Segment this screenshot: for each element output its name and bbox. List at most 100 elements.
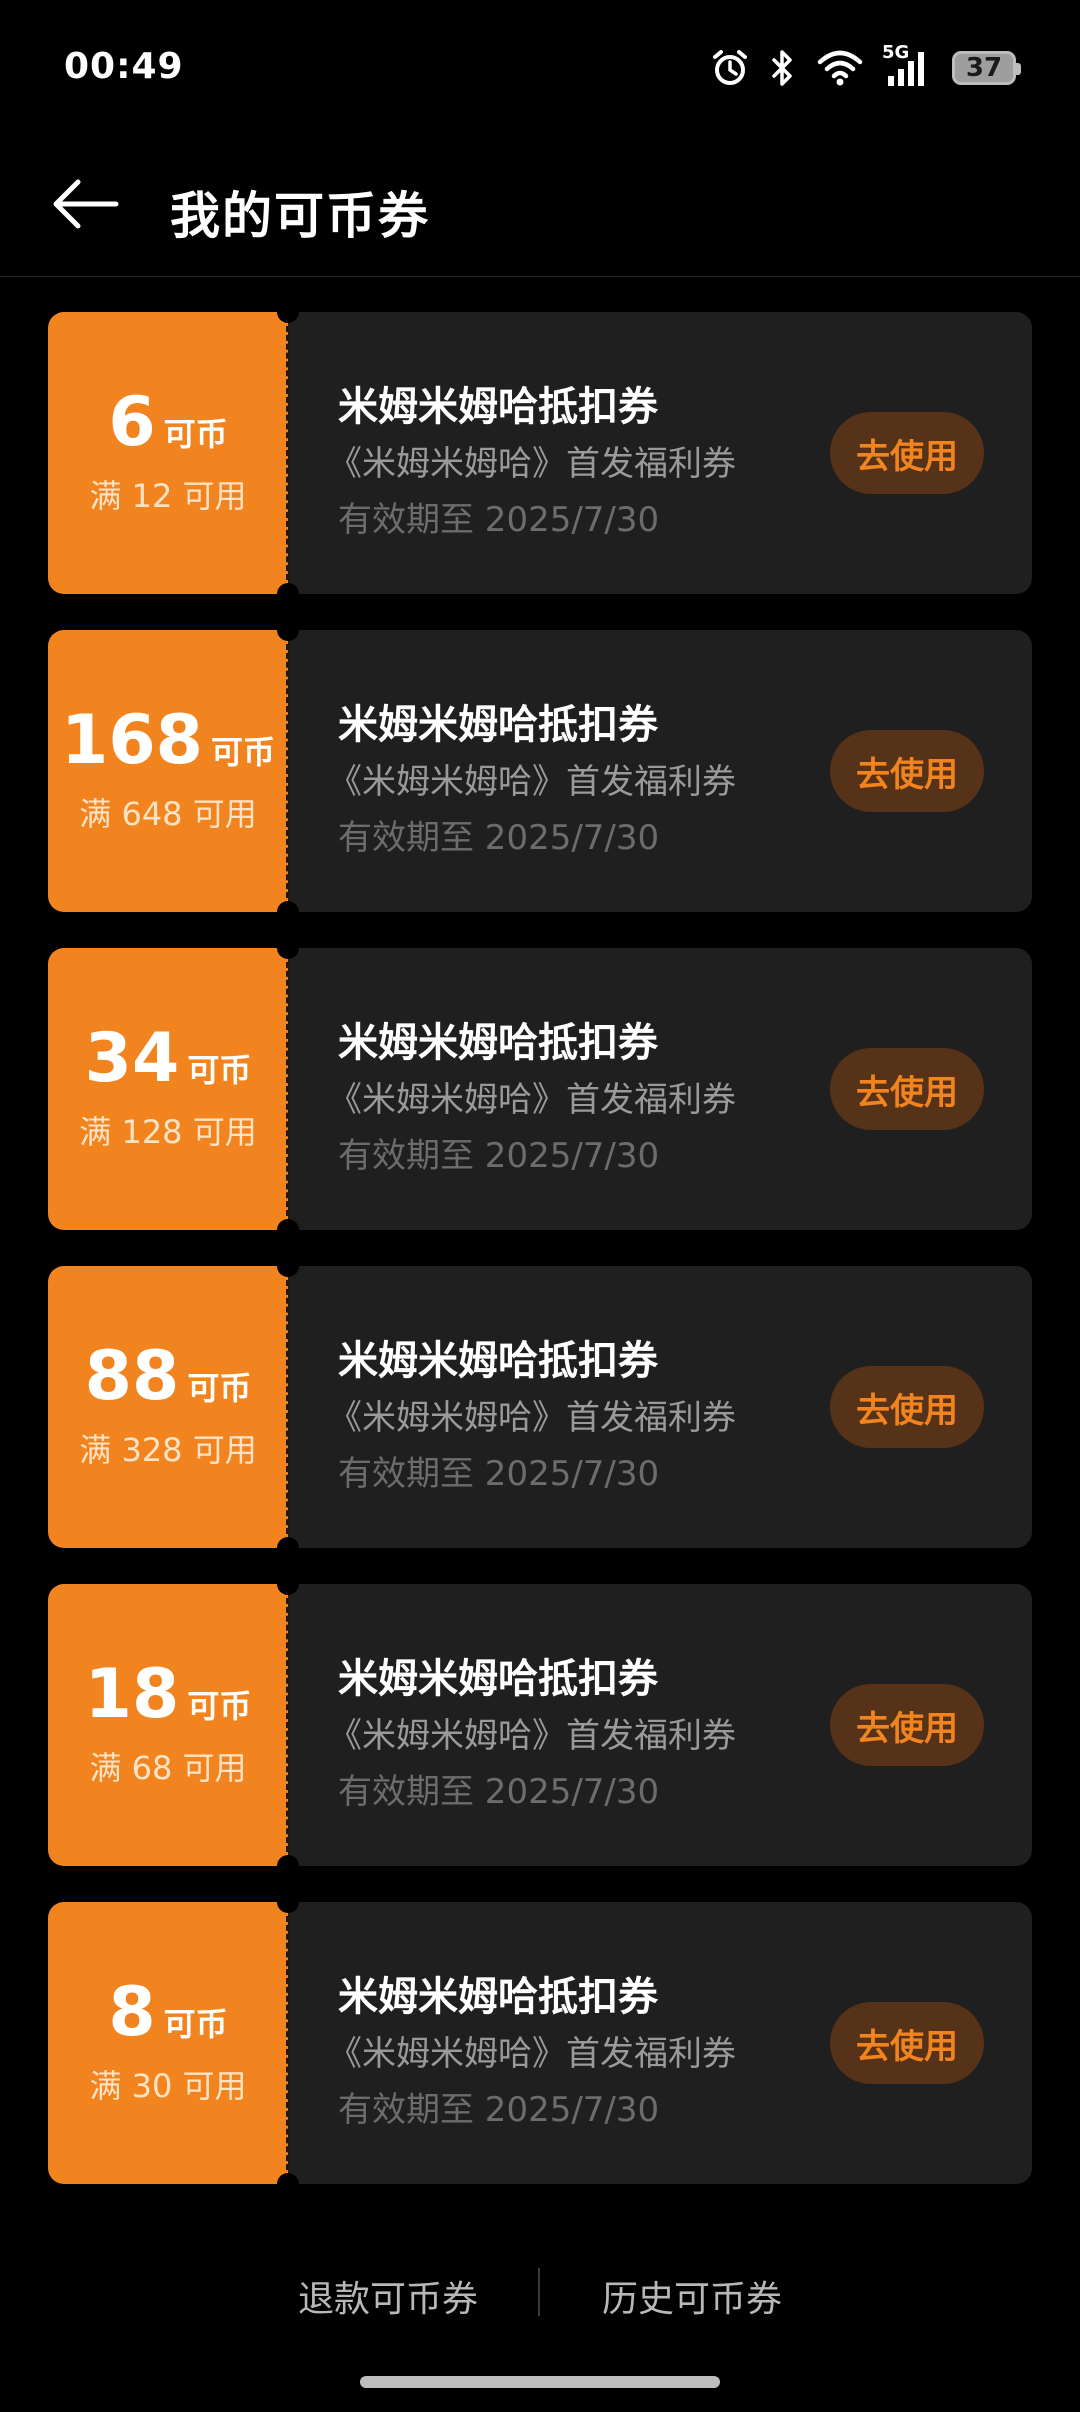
alarm-icon — [710, 48, 750, 88]
coupon-description: 《米姆米姆哈》首发福利券 — [328, 444, 736, 484]
home-indicator[interactable] — [360, 2376, 720, 2388]
coupon-amount: 88 — [84, 1337, 180, 1416]
coupon-unit: 可币 — [163, 415, 228, 453]
coupon-condition: 满 328 可用 — [79, 1431, 257, 1469]
coupon-notch-bottom — [277, 1855, 299, 1877]
footer-divider — [538, 2268, 540, 2316]
coupon-name: 米姆米姆哈抵扣券 — [338, 1656, 658, 1702]
coupon-condition: 满 648 可用 — [79, 795, 257, 833]
use-coupon-button[interactable]: 去使用 — [830, 412, 984, 494]
coupon-perforation — [286, 962, 289, 1216]
coupon-unit: 可币 — [210, 733, 275, 771]
coupon-unit: 可币 — [187, 1369, 252, 1407]
coupon-expiry: 有效期至 2025/7/30 — [338, 1772, 660, 1812]
status-icons: 5G 37 — [710, 42, 1021, 92]
coupon-amount-row: 6 可币 — [108, 389, 227, 457]
coupon-expiry: 有效期至 2025/7/30 — [338, 1454, 660, 1494]
signal-icon: 5G — [882, 42, 932, 88]
coupon-name: 米姆米姆哈抵扣券 — [338, 384, 658, 430]
coupon-info-panel: 米姆米姆哈抵扣券 《米姆米姆哈》首发福利券 有效期至 2025/7/30 去使用 — [288, 1584, 1032, 1866]
coupon-description: 《米姆米姆哈》首发福利券 — [328, 1716, 736, 1756]
coupon-condition: 满 68 可用 — [89, 1749, 247, 1787]
app-header: 我的可币券 — [0, 140, 1080, 277]
coupon-card: 6 可币 满 12 可用 米姆米姆哈抵扣券 《米姆米姆哈》首发福利券 有效期至 … — [48, 301, 1032, 605]
coupon-amount-row: 88 可币 — [85, 1343, 252, 1411]
coupon-amount: 18 — [84, 1655, 180, 1734]
coupon-list: 6 可币 满 12 可用 米姆米姆哈抵扣券 《米姆米姆哈》首发福利券 有效期至 … — [48, 301, 1032, 2220]
coupon-notch-top — [277, 301, 299, 323]
coupon-value-panel: 88 可币 满 328 可用 — [48, 1266, 288, 1548]
network-type: 5G — [882, 42, 910, 63]
coupon-amount: 168 — [61, 701, 203, 780]
coupon-condition: 满 30 可用 — [89, 2067, 247, 2105]
coupon-description: 《米姆米姆哈》首发福利券 — [328, 762, 736, 802]
coupon-amount: 34 — [84, 1019, 180, 1098]
coupon-condition: 满 128 可用 — [79, 1113, 257, 1151]
coupon-notch-bottom — [277, 583, 299, 605]
coupon-notch-bottom — [277, 901, 299, 923]
refund-coupons-link[interactable]: 退款可币券 — [298, 2270, 478, 2322]
coupon-card: 8 可币 满 30 可用 米姆米姆哈抵扣券 《米姆米姆哈》首发福利券 有效期至 … — [48, 1891, 1032, 2195]
coupon-notch-bottom — [277, 1219, 299, 1241]
coupon-value-panel: 8 可币 满 30 可用 — [48, 1902, 288, 2184]
coupon-info-panel: 米姆米姆哈抵扣券 《米姆米姆哈》首发福利券 有效期至 2025/7/30 去使用 — [288, 630, 1032, 912]
coupon-expiry: 有效期至 2025/7/30 — [338, 500, 660, 540]
history-coupons-link[interactable]: 历史可币券 — [602, 2270, 782, 2322]
coupon-card: 18 可币 满 68 可用 米姆米姆哈抵扣券 《米姆米姆哈》首发福利券 有效期至… — [48, 1573, 1032, 1877]
wifi-icon — [816, 48, 864, 88]
battery-level: 37 — [965, 53, 1003, 83]
coupon-unit: 可币 — [187, 1051, 252, 1089]
coupon-notch-top — [277, 1891, 299, 1913]
coupon-description: 《米姆米姆哈》首发福利券 — [328, 1080, 736, 1120]
footer-links: 退款可币券 历史可币券 — [0, 2262, 1080, 2322]
coupon-notch-top — [277, 619, 299, 641]
coupon-perforation — [286, 1280, 289, 1534]
coupon-amount-row: 34 可币 — [85, 1025, 252, 1093]
coupon-name: 米姆米姆哈抵扣券 — [338, 1020, 658, 1066]
coupon-perforation — [286, 1598, 289, 1852]
coupon-perforation — [286, 326, 289, 580]
coupon-unit: 可币 — [163, 2005, 228, 2043]
coupon-notch-top — [277, 1573, 299, 1595]
use-coupon-button[interactable]: 去使用 — [830, 730, 984, 812]
coupon-value-panel: 18 可币 满 68 可用 — [48, 1584, 288, 1866]
coupon-condition: 满 12 可用 — [89, 477, 247, 515]
coupon-notch-bottom — [277, 1537, 299, 1559]
coupon-description: 《米姆米姆哈》首发福利券 — [328, 2034, 736, 2074]
battery-nub — [1016, 63, 1021, 75]
coupon-notch-bottom — [277, 2173, 299, 2195]
coupon-description: 《米姆米姆哈》首发福利券 — [328, 1398, 736, 1438]
coupon-value-panel: 34 可币 满 128 可用 — [48, 948, 288, 1230]
coupon-info-panel: 米姆米姆哈抵扣券 《米姆米姆哈》首发福利券 有效期至 2025/7/30 去使用 — [288, 948, 1032, 1230]
coupon-value-panel: 6 可币 满 12 可用 — [48, 312, 288, 594]
coupon-expiry: 有效期至 2025/7/30 — [338, 818, 660, 858]
coupon-info-panel: 米姆米姆哈抵扣券 《米姆米姆哈》首发福利券 有效期至 2025/7/30 去使用 — [288, 1266, 1032, 1548]
coupon-info-panel: 米姆米姆哈抵扣券 《米姆米姆哈》首发福利券 有效期至 2025/7/30 去使用 — [288, 312, 1032, 594]
battery-icon: 37 — [952, 51, 1021, 85]
coupon-name: 米姆米姆哈抵扣券 — [338, 702, 658, 748]
status-time: 00:49 — [64, 46, 184, 87]
coupon-amount: 8 — [108, 1973, 156, 2052]
coupon-card: 168 可币 满 648 可用 米姆米姆哈抵扣券 《米姆米姆哈》首发福利券 有效… — [48, 619, 1032, 923]
use-coupon-button[interactable]: 去使用 — [830, 1048, 984, 1130]
coupon-amount-row: 18 可币 — [85, 1661, 252, 1729]
use-coupon-button[interactable]: 去使用 — [830, 1684, 984, 1766]
coupon-amount-row: 168 可币 — [61, 707, 275, 775]
coupon-expiry: 有效期至 2025/7/30 — [338, 2090, 660, 2130]
coupon-name: 米姆米姆哈抵扣券 — [338, 1974, 658, 2020]
coupon-unit: 可币 — [187, 1687, 252, 1725]
back-button[interactable] — [40, 166, 130, 246]
coupon-notch-top — [277, 937, 299, 959]
coupon-perforation — [286, 1916, 289, 2170]
coupon-perforation — [286, 644, 289, 898]
status-bar: 00:49 5G 37 — [0, 0, 1080, 140]
coupon-amount: 6 — [108, 383, 156, 462]
use-coupon-button[interactable]: 去使用 — [830, 1366, 984, 1448]
coupon-notch-top — [277, 1255, 299, 1277]
arrow-left-icon — [50, 176, 120, 236]
coupon-card: 88 可币 满 328 可用 米姆米姆哈抵扣券 《米姆米姆哈》首发福利券 有效期… — [48, 1255, 1032, 1559]
coupon-value-panel: 168 可币 满 648 可用 — [48, 630, 288, 912]
bluetooth-icon — [770, 48, 796, 88]
use-coupon-button[interactable]: 去使用 — [830, 2002, 984, 2084]
coupon-card: 34 可币 满 128 可用 米姆米姆哈抵扣券 《米姆米姆哈》首发福利券 有效期… — [48, 937, 1032, 1241]
